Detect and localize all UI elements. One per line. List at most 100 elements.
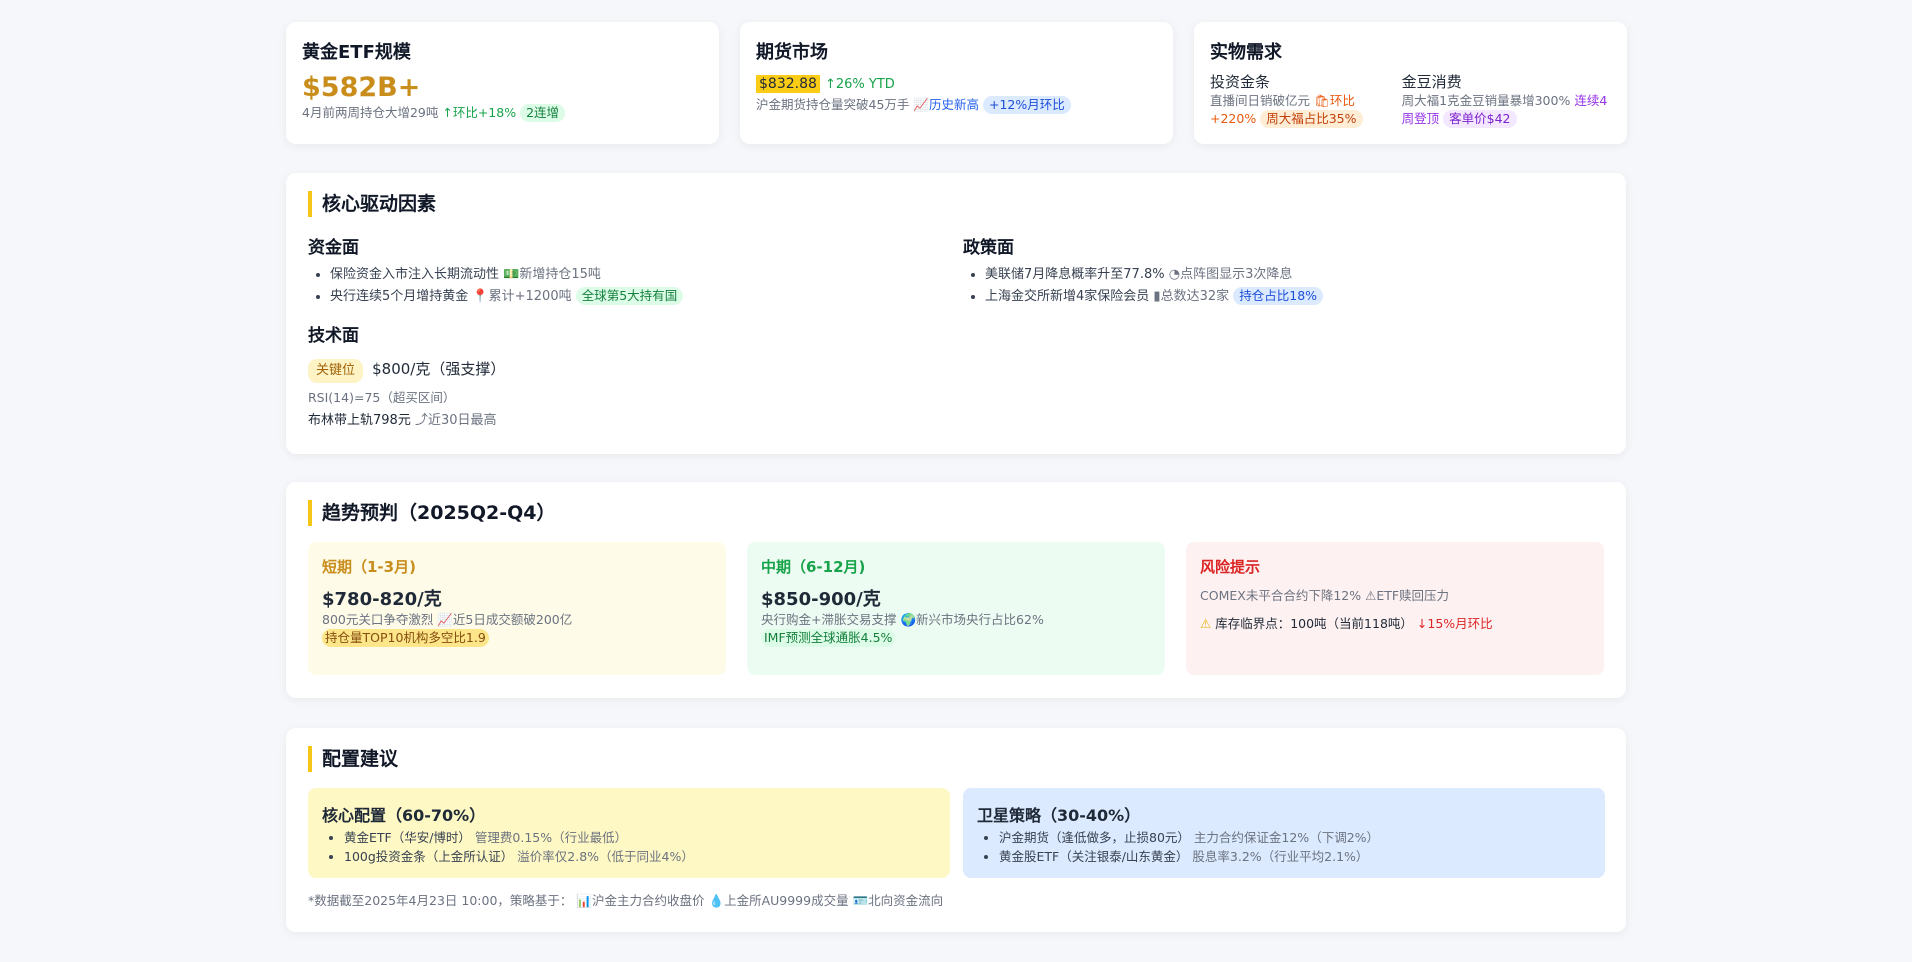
list-item: 100g投资金条（上金所认证） 溢价率仅2.8%（低于同业4%）	[344, 847, 936, 866]
core-item-text: 黄金ETF（华安/博时）	[344, 830, 471, 845]
trend-title: 趋势预判（2025Q2-Q4）	[308, 500, 1604, 526]
etf-detail: 4月前两周持仓大增29吨	[302, 105, 439, 121]
futures-title: 期货市场	[756, 42, 828, 63]
core-config-title: 核心配置（60-70%）	[322, 806, 486, 825]
etf-value: $582B+	[302, 72, 421, 103]
satellite-config-title: 卫星策略（30-40%）	[977, 806, 1141, 825]
risk-line2-row: ⚠ 库存临界点：100吨（当前118吨） ↓15%月环比	[1200, 615, 1590, 633]
list-item: 美联储7月降息概率升至77.8% ◔点阵图显示3次降息	[985, 264, 1603, 286]
physical-columns: 投资金条 直播间日销破亿元 🛍环比+220% 周大福占比35% 金豆消费 周大福…	[1210, 72, 1611, 128]
bar-detail-row: 直播间日销破亿元 🛍环比+220% 周大福占比35%	[1210, 92, 1394, 128]
capital-item-note: 累计+1200吨	[488, 289, 572, 304]
physical-title: 实物需求	[1210, 42, 1282, 63]
key-level-row: 关键位 $800/克（强支撑）	[308, 356, 948, 383]
etf-change: 环比+18%	[452, 105, 517, 121]
capital-item-note: 新增持仓15吨	[519, 267, 601, 282]
bean-badge: 客单价$42	[1443, 110, 1517, 128]
source-item: 北向资金流向	[868, 893, 944, 908]
technical-title: 技术面	[308, 326, 359, 346]
chart-line-icon: 📈	[913, 97, 929, 112]
bar-badge: 周大福占比35%	[1260, 110, 1363, 128]
futures-price: $832.88	[756, 75, 820, 93]
policy-item-note: 总数达32家	[1160, 289, 1230, 304]
list-item: 沪金期货（逢低做多，止损80元） 主力合约保证金12%（下调2%）	[999, 828, 1591, 847]
policy-item-note: 点阵图显示3次降息	[1180, 267, 1293, 282]
risk-line2-note: ↓15%月环比	[1416, 616, 1493, 631]
etf-title: 黄金ETF规模	[302, 42, 411, 63]
boll-row: 布林带上轨798元 ⤴近30日最高	[308, 411, 948, 431]
arrow-up-icon: ↑	[442, 105, 453, 121]
futures-card: 期货市场 $832.88 ↑26% YTD 沪金期货持仓量突破45万手 📈历史新…	[740, 22, 1173, 144]
satellite-item-note: 主力合约保证金12%（下调2%）	[1193, 830, 1380, 845]
satellite-item-text: 黄金股ETF（关注银泰/山东黄金）	[999, 849, 1189, 864]
pie-chart-icon: ◔	[1168, 267, 1181, 282]
risk-panel: 风险提示 COMEX未平合合约下降12% ⚠ETF赎回压力 ⚠ 库存临界点：10…	[1186, 542, 1604, 675]
bean-detail-row: 周大福1克金豆销量暴增300% 连续4周登顶 客单价$42	[1402, 92, 1611, 128]
bar-column: 投资金条 直播间日销破亿元 🛍环比+220% 周大福占比35%	[1210, 72, 1394, 128]
bean-column: 金豆消费 周大福1克金豆销量暴增300% 连续4周登顶 客单价$42	[1402, 72, 1611, 128]
list-item: 央行连续5个月增持黄金 📍累计+1200吨 全球第5大持有国	[330, 286, 948, 308]
futures-badge: +12%月环比	[982, 96, 1071, 114]
bar-title: 投资金条	[1210, 73, 1271, 91]
short-term-range: $780-820/克	[322, 589, 442, 610]
policy-item-text: 上海金交所新增4家保险会员	[985, 289, 1150, 304]
futures-detail: 沪金期货持仓量突破45万手	[756, 97, 910, 112]
satellite-item-note: 股息率3.2%（行业平均2.1%）	[1192, 849, 1369, 864]
satellite-config-list: 沪金期货（逢低做多，止损80元） 主力合约保证金12%（下调2%） 黄金股ETF…	[977, 828, 1591, 866]
etf-card: 黄金ETF规模 $582B+ 4月前两周持仓大增29吨 ↑环比+18% 2连增	[286, 22, 719, 144]
short-term-detail-row: 800元关口争夺激烈 📈近5日成交额破200亿 持仓量TOP10机构多空比1.9	[322, 611, 712, 647]
boll-note: 近30日最高	[427, 413, 497, 428]
mid-term-detail-row: 央行购金+滞胀交易支撑 🌍新兴市场央行占比62% IMF预测全球通胀4.5%	[761, 611, 1151, 647]
capital-section: 资金面 保险资金入市注入长期流动性 💵新增持仓15吨 央行连续5个月增持黄金 📍…	[308, 233, 948, 308]
key-level-badge: 关键位	[308, 359, 364, 383]
list-item: 黄金股ETF（关注银泰/山东黄金） 股息率3.2%（行业平均2.1%）	[999, 847, 1591, 866]
mid-term-badge: IMF预测全球通胀4.5%	[761, 629, 896, 647]
futures-detail-row: 沪金期货持仓量突破45万手 📈历史新高 +12%月环比	[756, 96, 1157, 114]
chart-line-icon: 📈	[437, 612, 453, 627]
list-item: 黄金ETF（华安/博时） 管理费0.15%（行业最低）	[344, 828, 936, 847]
policy-list: 美联储7月降息概率升至77.8% ◔点阵图显示3次降息 上海金交所新增4家保险会…	[963, 264, 1603, 308]
bar-chart-icon: 📊	[576, 893, 592, 908]
list-item: 上海金交所新增4家保险会员 ▮总数达32家 持仓占比18%	[985, 286, 1603, 308]
droplet-icon: 💧	[708, 893, 725, 908]
key-level-value: $800/克（强支撑）	[372, 360, 506, 378]
alert-triangle-icon: ⚠	[1200, 616, 1212, 631]
core-item-text: 100g投资金条（上金所认证）	[344, 849, 514, 864]
short-term-detail: 800元关口争夺激烈	[322, 612, 434, 627]
technical-section: 技术面 关键位 $800/克（强支撑） RSI(14)=75（超买区间） 布林带…	[308, 321, 948, 431]
trend-card: 趋势预判（2025Q2-Q4） 短期（1-3月) $780-820/克 800元…	[286, 482, 1626, 698]
short-term-badge: 持仓量TOP10机构多空比1.9	[322, 629, 489, 647]
drivers-title: 核心驱动因素	[308, 191, 1604, 217]
capital-title: 资金面	[308, 238, 359, 258]
risk-line1-row: COMEX未平合合约下降12% ⚠ETF赎回压力	[1200, 587, 1590, 605]
core-config-box: 核心配置（60-70%） 黄金ETF（华安/博时） 管理费0.15%（行业最低）…	[308, 788, 950, 878]
etf-badge: 2连增	[520, 104, 566, 123]
core-config-list: 黄金ETF（华安/博时） 管理费0.15%（行业最低） 100g投资金条（上金所…	[322, 828, 936, 866]
risk-line1: COMEX未平合合约下降12%	[1200, 588, 1362, 603]
policy-title: 政策面	[963, 238, 1014, 258]
mid-term-note: 新兴市场央行占比62%	[916, 612, 1044, 627]
id-card-icon: 🪪	[852, 893, 869, 908]
mid-term-detail: 央行购金+滞胀交易支撑	[761, 612, 897, 627]
footnote-row: *数据截至2025年4月23日 10:00，策略基于： 📊沪金主力合约收盘价 💧…	[308, 892, 943, 910]
short-term-note: 近5日成交额破200亿	[452, 612, 573, 627]
shopping-bag-icon: 🛍	[1314, 93, 1330, 108]
boll-text: 布林带上轨798元	[308, 413, 411, 428]
globe-icon: 🌍	[900, 612, 917, 627]
capital-item-text: 央行连续5个月增持黄金	[330, 289, 469, 304]
capital-list: 保险资金入市注入长期流动性 💵新增持仓15吨 央行连续5个月增持黄金 📍累计+1…	[308, 264, 948, 308]
short-term-title: 短期（1-3月)	[322, 558, 416, 576]
futures-ytd: ↑26% YTD	[825, 77, 895, 92]
mid-term-title: 中期（6-12月)	[761, 558, 866, 576]
policy-item-text: 美联储7月降息概率升至77.8%	[985, 267, 1165, 282]
risk-title: 风险提示	[1200, 558, 1261, 576]
mid-term-range: $850-900/克	[761, 589, 881, 610]
source-item: 沪金主力合约收盘价	[591, 893, 705, 908]
bean-title: 金豆消费	[1401, 73, 1462, 91]
bean-detail: 周大福1克金豆销量暴增300%	[1401, 93, 1571, 108]
bar-detail: 直播间日销破亿元	[1210, 93, 1311, 108]
arrow-up-right-icon: ⤴	[414, 413, 428, 428]
satellite-config-box: 卫星策略（30-40%） 沪金期货（逢低做多，止损80元） 主力合约保证金12%…	[963, 788, 1605, 878]
warning-icon: ⚠	[1365, 588, 1377, 603]
list-item: 保险资金入市注入长期流动性 💵新增持仓15吨	[330, 264, 948, 286]
